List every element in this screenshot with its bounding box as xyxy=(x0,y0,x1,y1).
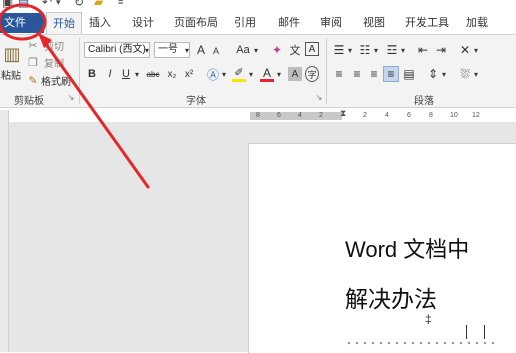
ruler-number: 12 xyxy=(472,112,480,119)
align-right-icon[interactable]: ≡ xyxy=(367,66,381,82)
text-effects-dropdown-icon[interactable]: ▾ xyxy=(220,66,228,82)
highlight-icon[interactable]: ✐ xyxy=(232,66,246,82)
decrease-indent-icon[interactable]: ⇤ xyxy=(416,42,430,58)
tab-insert[interactable]: 插入 xyxy=(89,12,111,34)
tab-addins[interactable]: 加载 xyxy=(466,12,488,34)
cut-button[interactable]: 剪切 xyxy=(42,38,66,53)
paste-icon[interactable]: ▥ xyxy=(2,40,22,68)
shading-icon[interactable]: ⛆ xyxy=(458,66,472,82)
change-case-button[interactable]: Aa xyxy=(234,42,252,58)
ruler-number: 4 xyxy=(385,112,389,119)
customize-icon[interactable]: ≡ xyxy=(118,0,123,8)
change-case-dropdown-icon[interactable]: ▾ xyxy=(252,42,260,58)
copy-button[interactable]: 复制 xyxy=(42,55,66,70)
bullets-dropdown-icon[interactable]: ▾ xyxy=(346,42,354,58)
align-center-icon[interactable]: ≡ xyxy=(350,66,364,82)
bold-button[interactable]: B xyxy=(86,66,98,82)
increase-indent-icon[interactable]: ⇥ xyxy=(434,42,448,58)
ribbon-separator xyxy=(326,38,327,104)
clear-formatting-icon[interactable]: ✦ xyxy=(270,42,284,58)
document-text-line[interactable]: Word 文档中 xyxy=(345,232,469,264)
word-icon: ▣ xyxy=(2,0,14,9)
font-color-icon[interactable]: A xyxy=(260,66,274,82)
font-name-dropdown-icon[interactable]: ▾ xyxy=(143,42,151,58)
enclose-characters-button[interactable]: 字 xyxy=(305,66,319,82)
line-spacing-dropdown-icon[interactable]: ▾ xyxy=(440,66,448,82)
tab-page-layout[interactable]: 页面布局 xyxy=(174,12,218,34)
indent-marker-icon[interactable]: ⧗ xyxy=(340,109,346,118)
font-size-dropdown-icon[interactable]: ▾ xyxy=(183,42,191,58)
ruler-number: 8 xyxy=(429,112,433,119)
distributed-icon[interactable]: ▤ xyxy=(402,66,416,82)
character-border-button[interactable]: A xyxy=(305,42,319,56)
clipboard-launcher-icon[interactable]: ↘ xyxy=(66,92,76,102)
numbering-dropdown-icon[interactable]: ▾ xyxy=(372,42,380,58)
copy-icon[interactable]: ❐ xyxy=(26,55,40,69)
ruler-number: 8 xyxy=(256,112,260,119)
numbering-icon[interactable]: ☷ xyxy=(358,42,372,58)
quick-access-toolbar: ▣ ▤ ↶ ▾ ↻ ▰ ≡ xyxy=(0,0,516,12)
multilevel-list-dropdown-icon[interactable]: ▾ xyxy=(399,42,407,58)
ruler-number: 6 xyxy=(407,112,411,119)
paste-button[interactable]: 粘贴 xyxy=(0,68,22,82)
superscript-button[interactable]: x² xyxy=(182,66,196,82)
tab-view[interactable]: 视图 xyxy=(363,12,385,34)
justify-icon[interactable]: ≡ xyxy=(383,66,399,82)
chinese-layout-dropdown-icon[interactable]: ▾ xyxy=(472,42,480,58)
font-color-dropdown-icon[interactable]: ▾ xyxy=(275,66,283,82)
multilevel-list-icon[interactable]: ☲ xyxy=(385,42,399,58)
chinese-layout-icon[interactable]: ✕ xyxy=(458,42,472,58)
align-left-icon[interactable]: ≡ xyxy=(332,66,346,82)
ribbon-separator xyxy=(79,38,80,104)
tab-mailings[interactable]: 邮件 xyxy=(278,12,300,34)
cut-icon[interactable]: ✂ xyxy=(26,38,40,52)
line-spacing-icon[interactable]: ⇕ xyxy=(426,66,440,82)
italic-button[interactable]: I xyxy=(104,66,116,82)
font-group-label: 字体 xyxy=(186,96,206,107)
tab-design[interactable]: 设计 xyxy=(132,12,154,34)
save-icon[interactable]: ▤ xyxy=(18,0,29,8)
text-mark: ‡ xyxy=(425,312,432,326)
strikethrough-button[interactable]: abc xyxy=(144,66,162,82)
shrink-font-button[interactable]: A xyxy=(210,44,222,58)
text-cursor xyxy=(466,325,467,339)
tab-home[interactable]: 开始 xyxy=(46,12,82,34)
bullets-icon[interactable]: ☰ xyxy=(332,42,346,58)
highlight-dropdown-icon[interactable]: ▾ xyxy=(247,66,255,82)
ruler-number: 2 xyxy=(319,112,323,119)
shading-dropdown-icon[interactable]: ▾ xyxy=(472,66,480,82)
text-effects-icon[interactable]: Ⓐ xyxy=(206,66,220,82)
undo-icon[interactable]: ↶ xyxy=(42,0,52,8)
ruler-number: 2 xyxy=(363,112,367,119)
document-text-line[interactable]: 解决办法 xyxy=(345,280,437,314)
text-cursor xyxy=(484,325,485,339)
font-name-combo[interactable]: Calibri (西文) xyxy=(84,42,150,58)
undo-dropdown-icon[interactable]: ▾ xyxy=(56,0,61,8)
format-painter-button[interactable]: 格式刷 xyxy=(40,73,72,88)
tab-review[interactable]: 审阅 xyxy=(320,12,342,34)
ruler-number: 10 xyxy=(450,112,458,119)
grow-font-button[interactable]: A xyxy=(195,42,207,58)
page-boundary-dots xyxy=(345,341,495,345)
underline-dropdown-icon[interactable]: ▾ xyxy=(133,66,141,82)
ruler-number: 4 xyxy=(298,112,302,119)
ruler-margin xyxy=(250,112,342,120)
ruler-number: 6 xyxy=(277,112,281,119)
open-folder-icon[interactable]: ▰ xyxy=(94,0,103,8)
paragraph-group-label: 段落 xyxy=(414,96,434,107)
subscript-button[interactable]: x₂ xyxy=(165,66,179,82)
underline-button[interactable]: U xyxy=(120,66,132,82)
vertical-ruler[interactable] xyxy=(0,110,9,352)
redo-icon[interactable]: ↻ xyxy=(74,0,84,8)
tab-references[interactable]: 引用 xyxy=(234,12,256,34)
tab-file[interactable]: 文件 xyxy=(0,13,44,33)
character-shading-button[interactable]: A xyxy=(288,67,302,81)
phonetic-guide-button[interactable]: 文 xyxy=(288,42,302,58)
clipboard-group-label: 剪贴板 xyxy=(14,96,44,107)
font-launcher-icon[interactable]: ↘ xyxy=(314,92,324,102)
tab-developer[interactable]: 开发工具 xyxy=(405,12,449,34)
format-painter-icon[interactable]: ✎ xyxy=(26,73,40,87)
